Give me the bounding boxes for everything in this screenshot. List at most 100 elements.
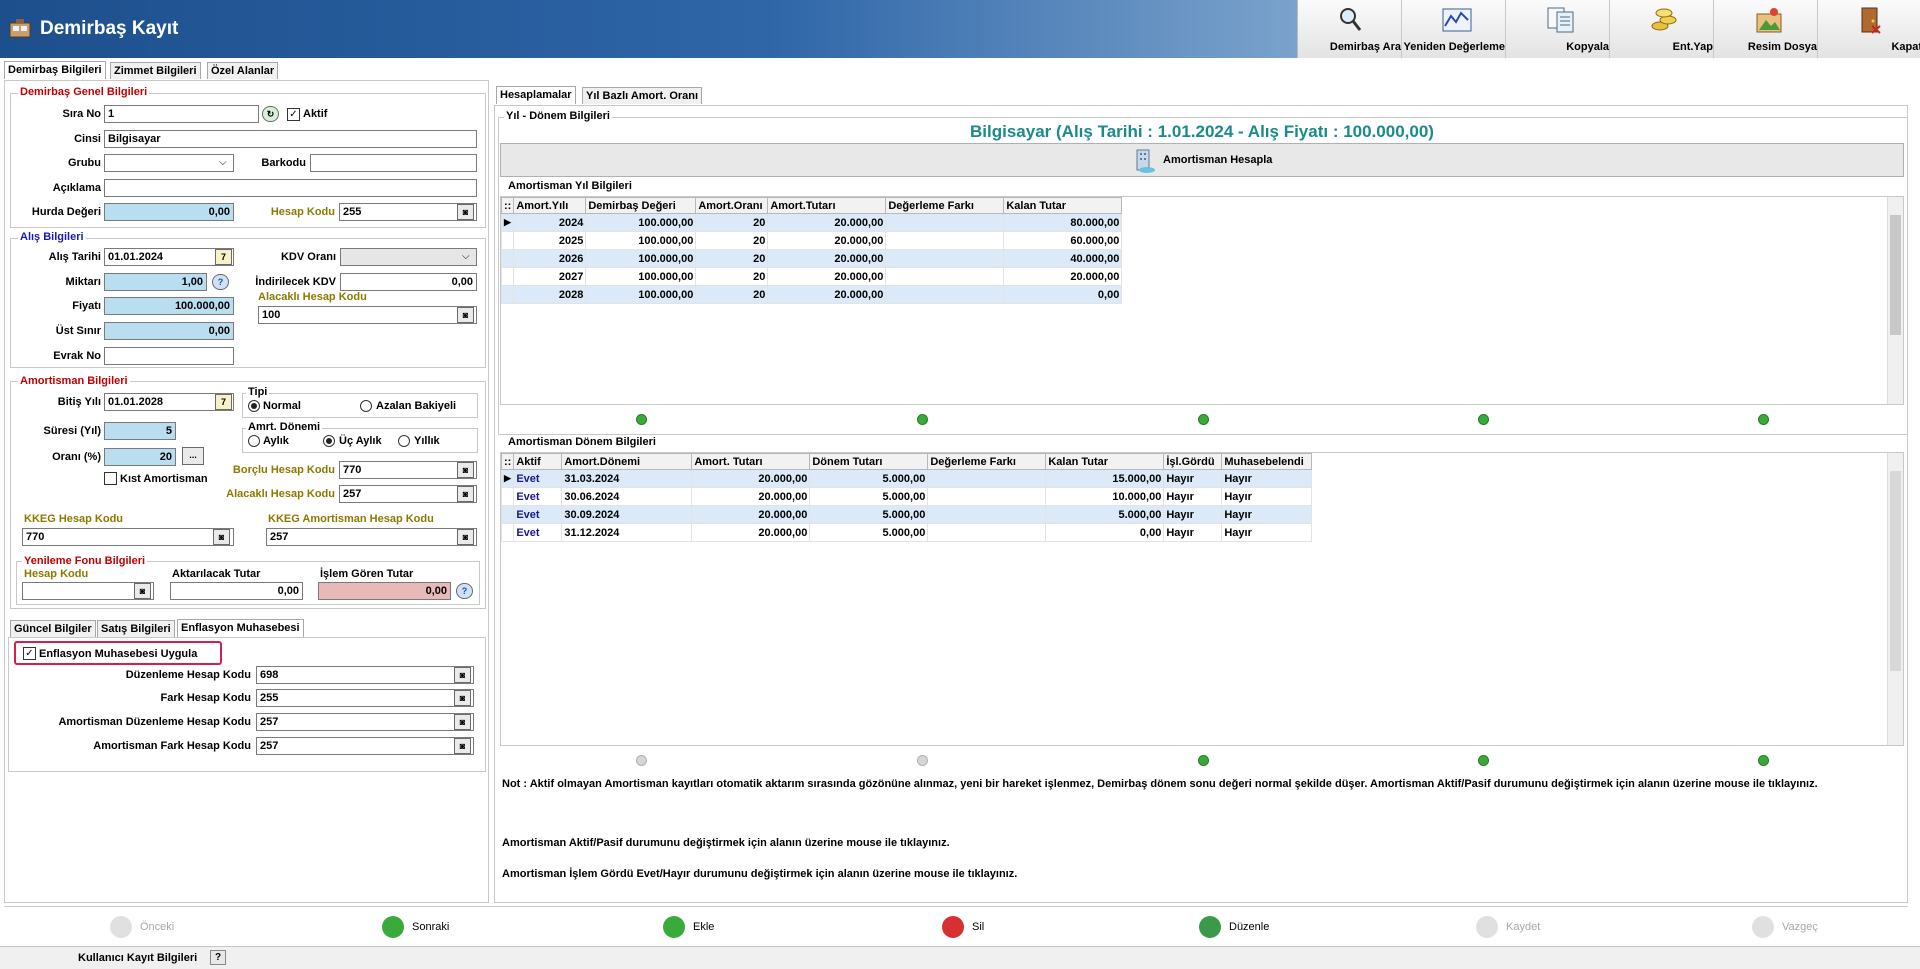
- radio-uc-aylik[interactable]: [323, 435, 335, 447]
- table-cell[interactable]: 20: [695, 213, 769, 232]
- table-cell[interactable]: 20.000,00: [691, 523, 811, 542]
- table-cell[interactable]: 100.000,00: [585, 285, 697, 304]
- table-cell[interactable]: 20.000,00: [767, 231, 887, 250]
- nav-refresh-icon[interactable]: [1758, 414, 1769, 425]
- table-cell[interactable]: 0,00: [1003, 285, 1123, 304]
- table-cell[interactable]: 10.000,00: [1045, 487, 1165, 506]
- table-cell[interactable]: Hayır: [1163, 469, 1223, 488]
- table-cell[interactable]: 20.000,00: [767, 267, 887, 286]
- evrak-no-input[interactable]: [104, 347, 234, 365]
- grid-corner[interactable]: ::: [500, 197, 515, 214]
- table-cell[interactable]: Hayır: [1221, 523, 1313, 542]
- camera-lookup-icon[interactable]: ◙: [457, 486, 474, 502]
- chevron-down-icon[interactable]: ⌵: [219, 157, 227, 168]
- scrollbar-thumb[interactable]: [1890, 215, 1901, 335]
- calendar-icon[interactable]: 7: [215, 249, 232, 265]
- table-cell[interactable]: 2026: [513, 249, 587, 268]
- table-cell[interactable]: Evet: [513, 505, 563, 524]
- table-cell[interactable]: 2025: [513, 231, 587, 250]
- table-row[interactable]: 2026 100.000,00 20 20.000,00 40.000,00: [500, 249, 1123, 268]
- grid-column-header[interactable]: Kalan Tutar: [1003, 197, 1123, 214]
- table-row[interactable]: Evet 30.06.2024 20.000,00 5.000,00 10.000,00…: [500, 487, 1313, 506]
- table-cell[interactable]: Evet: [513, 469, 563, 488]
- table-cell[interactable]: 100.000,00: [585, 231, 697, 250]
- table-cell[interactable]: [885, 231, 1005, 250]
- aktarilacak-input[interactable]: 0,00: [170, 582, 303, 600]
- nav-last-icon[interactable]: [1478, 414, 1489, 425]
- table-cell[interactable]: 5.000,00: [809, 523, 929, 542]
- indirilecek-kdv-input[interactable]: 0,00: [340, 273, 477, 291]
- table-cell[interactable]: 100.000,00: [585, 267, 697, 286]
- enflasyon-uygula-checkbox[interactable]: ✓: [23, 647, 36, 660]
- nav-prev-icon[interactable]: [917, 755, 928, 766]
- table-cell[interactable]: [927, 487, 1047, 506]
- calendar-icon[interactable]: 7: [215, 394, 232, 410]
- year-grid-scrollbar[interactable]: [1887, 197, 1903, 404]
- grid-column-header[interactable]: Aktif: [513, 453, 563, 470]
- hurda-input[interactable]: 0,00: [104, 203, 234, 221]
- table-cell[interactable]: 31.03.2024: [561, 469, 693, 488]
- orani-picker-button[interactable]: ...: [182, 447, 204, 465]
- chevron-down-icon[interactable]: ⌵: [462, 251, 470, 262]
- amortisman-hesapla-button[interactable]: Amortisman Hesapla: [500, 143, 1904, 177]
- scrollbar-thumb[interactable]: [1890, 471, 1901, 671]
- grubu-select[interactable]: [104, 154, 234, 172]
- cinsi-input[interactable]: Bilgisayar: [104, 130, 477, 148]
- table-cell[interactable]: 5.000,00: [809, 505, 929, 524]
- table-cell[interactable]: 2028: [513, 285, 587, 304]
- islem-goren-input[interactable]: 0,00: [318, 582, 451, 600]
- table-cell[interactable]: 40.000,00: [1003, 249, 1123, 268]
- table-cell[interactable]: [927, 523, 1047, 542]
- nav-next-icon[interactable]: [1198, 414, 1209, 425]
- table-cell[interactable]: 20: [695, 285, 769, 304]
- grid-column-header[interactable]: Amort.Oranı: [695, 197, 769, 214]
- nav-next-icon[interactable]: [1198, 755, 1209, 766]
- help-icon[interactable]: ?: [456, 583, 473, 599]
- table-cell[interactable]: Hayır: [1163, 523, 1223, 542]
- table-cell[interactable]: 20.000,00: [1003, 267, 1123, 286]
- toolbar-button-ent-yap[interactable]: Ent.Yap: [1610, 0, 1714, 58]
- kkeg-hesap-input[interactable]: 770: [22, 528, 234, 546]
- table-cell[interactable]: [885, 249, 1005, 268]
- camera-lookup-icon[interactable]: ◙: [213, 529, 230, 545]
- table-cell[interactable]: 20.000,00: [691, 469, 811, 488]
- table-row[interactable]: Evet 31.12.2024 20.000,00 5.000,00 0,00 Hayır…: [500, 523, 1313, 542]
- fiyat-input[interactable]: 100.000,00: [104, 297, 234, 315]
- table-cell[interactable]: 2027: [513, 267, 587, 286]
- table-cell[interactable]: 60.000,00: [1003, 231, 1123, 250]
- toolbar-button-demirbas-ara[interactable]: Demirbaş Ara: [1298, 0, 1402, 58]
- radio-yillik[interactable]: [398, 435, 410, 447]
- kist-amortisman-checkbox[interactable]: [104, 472, 117, 485]
- miktar-input[interactable]: 1,00: [104, 273, 207, 291]
- amortisman-duzenleme-input[interactable]: 257: [256, 713, 474, 731]
- table-cell[interactable]: 15.000,00: [1045, 469, 1165, 488]
- camera-lookup-icon[interactable]: ◙: [454, 714, 471, 730]
- table-cell[interactable]: 5.000,00: [809, 469, 929, 488]
- table-cell[interactable]: 20.000,00: [767, 249, 887, 268]
- table-cell[interactable]: [927, 469, 1047, 488]
- period-grid-scrollbar[interactable]: [1887, 453, 1903, 745]
- barkodu-input[interactable]: [310, 154, 477, 172]
- grid-column-header[interactable]: Amort.Yılı: [513, 197, 587, 214]
- duzenleme-hesap-input[interactable]: 698: [256, 666, 474, 684]
- table-cell[interactable]: 20: [695, 249, 769, 268]
- toolbar-button-yeniden-degerleme[interactable]: Yeniden Değerleme: [1402, 0, 1506, 58]
- camera-lookup-icon[interactable]: ◙: [457, 204, 474, 220]
- table-row[interactable]: ▶ 2024 100.000,00 20 20.000,00 80.000,00: [500, 213, 1123, 232]
- refresh-icon[interactable]: ↻: [262, 106, 279, 122]
- toolbar-button-kopyala[interactable]: Kopyala: [1506, 0, 1610, 58]
- table-cell[interactable]: 100.000,00: [585, 213, 697, 232]
- table-cell[interactable]: Hayır: [1221, 505, 1313, 524]
- nav-first-icon[interactable]: [636, 414, 647, 425]
- grid-column-header[interactable]: Amort. Tutarı: [691, 453, 811, 470]
- table-cell[interactable]: 5.000,00: [809, 487, 929, 506]
- camera-lookup-icon[interactable]: ◙: [454, 738, 471, 754]
- table-cell[interactable]: 20.000,00: [767, 285, 887, 304]
- tab-guncel-bilgiler[interactable]: Güncel Bilgiler: [10, 620, 96, 637]
- suresi-input[interactable]: 5: [104, 422, 176, 440]
- help-icon[interactable]: ?: [210, 950, 226, 965]
- orani-input[interactable]: 20: [104, 448, 176, 466]
- aciklama-input[interactable]: [104, 179, 477, 197]
- table-cell[interactable]: 80.000,00: [1003, 213, 1123, 232]
- table-cell[interactable]: 0,00: [1045, 523, 1165, 542]
